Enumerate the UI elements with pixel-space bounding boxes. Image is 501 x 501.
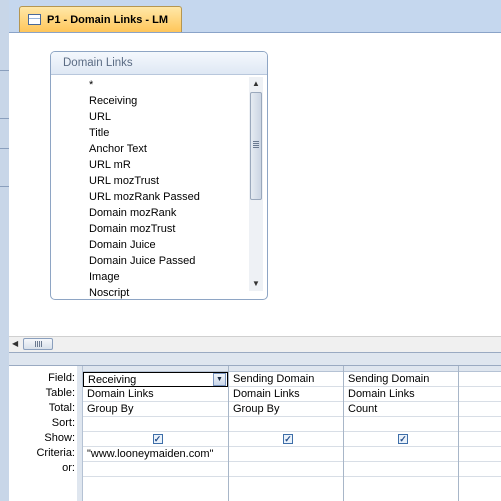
main-window-left-edge: [0, 0, 9, 501]
field-list-item[interactable]: *: [51, 77, 247, 93]
or-cell[interactable]: [229, 462, 343, 477]
grip-icon: [253, 141, 259, 148]
grid-row-labels: Field: Table: Total: Sort: Show: Criteri…: [9, 371, 77, 476]
tab-title: P1 - Domain Links - LM: [47, 13, 169, 26]
grid-column-2[interactable]: Sending Domain Domain Links Group By ✓: [229, 366, 344, 501]
grip-icon: [35, 341, 42, 347]
grid-column-3[interactable]: Sending Domain Domain Links Count ✓: [344, 366, 459, 501]
query-design-grid: Field: Table: Total: Sort: Show: Criteri…: [9, 366, 501, 501]
field-list-scrollbar[interactable]: ▲ ▼: [249, 77, 263, 291]
scroll-left-arrow-icon[interactable]: ◀: [12, 339, 18, 348]
show-cell[interactable]: ✓: [83, 432, 228, 447]
grid-column-empty[interactable]: [459, 366, 501, 501]
field-cell-value: Receiving: [88, 374, 137, 386]
field-list-item[interactable]: Domain Juice Passed: [51, 253, 247, 269]
chevron-down-icon[interactable]: ▼: [213, 373, 226, 386]
sort-cell[interactable]: [83, 417, 228, 432]
tab-query-document[interactable]: P1 - Domain Links - LM: [19, 6, 182, 32]
field-list-item[interactable]: URL: [51, 109, 247, 125]
design-pane-horizontal-scrollbar[interactable]: ◀: [9, 336, 501, 352]
field-list-item[interactable]: Receiving: [51, 93, 247, 109]
or-cell[interactable]: [83, 462, 228, 477]
field-list-item[interactable]: Domain mozRank: [51, 205, 247, 221]
scroll-down-arrow-icon[interactable]: ▼: [249, 277, 263, 291]
or-cell[interactable]: [344, 462, 458, 477]
total-cell[interactable]: Group By: [83, 402, 228, 417]
total-cell[interactable]: Group By: [229, 402, 343, 417]
field-list-item[interactable]: URL mR: [51, 157, 247, 173]
criteria-cell[interactable]: [229, 447, 343, 462]
field-list-item[interactable]: URL mozTrust: [51, 173, 247, 189]
show-cell[interactable]: ✓: [344, 432, 458, 447]
scroll-up-arrow-icon[interactable]: ▲: [249, 77, 263, 91]
show-cell[interactable]: ✓: [229, 432, 343, 447]
show-checkbox[interactable]: ✓: [283, 434, 293, 444]
query-icon: [28, 14, 41, 25]
field-list-item[interactable]: Image: [51, 269, 247, 285]
field-list-item[interactable]: Noscript: [51, 285, 247, 299]
row-label-or: or:: [62, 462, 75, 474]
horizontal-scrollbar-thumb[interactable]: [23, 338, 53, 350]
row-label-show: Show:: [44, 432, 75, 444]
sort-cell[interactable]: [229, 417, 343, 432]
field-list-title[interactable]: Domain Links: [51, 52, 267, 75]
field-list-item[interactable]: URL mozRank Passed: [51, 189, 247, 205]
field-list: * Receiving URL Title Anchor Text URL mR URL m…: [51, 77, 247, 299]
row-label-field: Field:: [48, 372, 75, 384]
document-tab-bar: P1 - Domain Links - LM: [9, 0, 501, 33]
field-cell[interactable]: Receiving ▼: [83, 372, 228, 387]
field-list-window[interactable]: Domain Links * Receiving URL Title Anchor Te…: [50, 51, 268, 300]
field-list-item[interactable]: Domain Juice: [51, 237, 247, 253]
table-cell[interactable]: Domain Links: [344, 387, 458, 402]
table-cell[interactable]: Domain Links: [229, 387, 343, 402]
field-cell[interactable]: Sending Domain: [344, 372, 458, 387]
field-cell[interactable]: Sending Domain: [229, 372, 343, 387]
row-label-sort: Sort:: [51, 417, 75, 429]
field-list-item[interactable]: Domain mozTrust: [51, 221, 247, 237]
total-cell[interactable]: Count: [344, 402, 458, 417]
row-label-table: Table:: [45, 387, 75, 399]
scrollbar-thumb[interactable]: [250, 92, 262, 200]
query-design-pane[interactable]: Domain Links * Receiving URL Title Anchor Te…: [9, 33, 501, 336]
sort-cell[interactable]: [344, 417, 458, 432]
pane-splitter[interactable]: [9, 352, 501, 366]
criteria-cell[interactable]: "www.looneymaiden.com": [83, 447, 228, 462]
field-list-item[interactable]: Anchor Text: [51, 141, 247, 157]
field-list-item[interactable]: Title: [51, 125, 247, 141]
grid-column-1[interactable]: Receiving ▼ Domain Links Group By ✓ "www…: [83, 366, 229, 501]
table-cell[interactable]: Domain Links: [83, 387, 228, 402]
row-label-total: Total:: [48, 402, 75, 414]
row-label-criteria: Criteria:: [36, 447, 75, 459]
show-checkbox[interactable]: ✓: [398, 434, 408, 444]
show-checkbox[interactable]: ✓: [152, 434, 163, 444]
criteria-cell[interactable]: [344, 447, 458, 462]
